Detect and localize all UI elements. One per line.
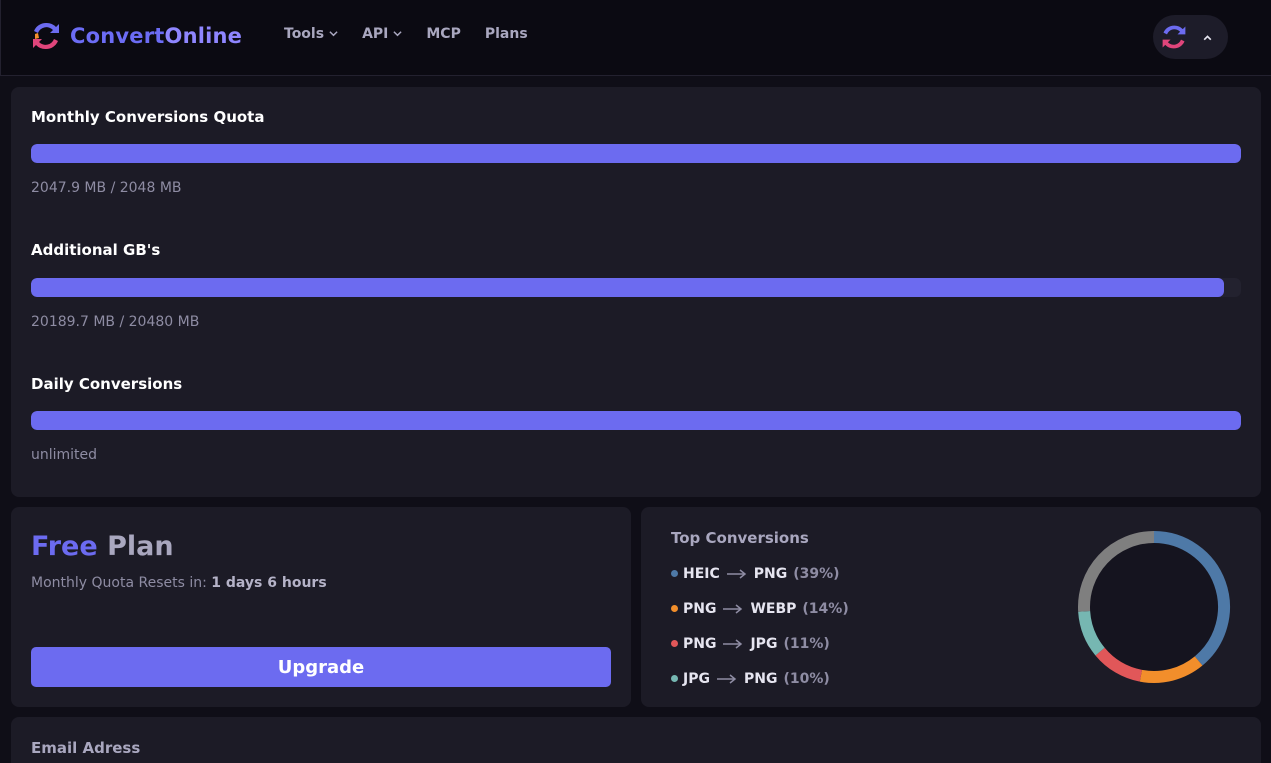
progress-bar-additional — [31, 278, 1241, 297]
nav-plans[interactable]: Plans — [485, 26, 528, 42]
conversion-percent: (14%) — [802, 600, 849, 617]
quota-usage-additional: 20189.7 MB / 20480 MB — [31, 314, 200, 330]
conversion-percent: (10%) — [783, 670, 830, 687]
logo-text: ConvertOnline — [70, 24, 242, 48]
chevron-down-icon — [329, 30, 338, 36]
conversion-percent: (11%) — [783, 635, 830, 652]
list-item: JPG PNG (10%) — [671, 661, 849, 696]
arrow-right-icon — [716, 673, 737, 684]
nav-plans-label: Plans — [484, 26, 528, 42]
user-menu-button[interactable] — [1153, 15, 1228, 59]
progress-fill-monthly — [31, 144, 1241, 163]
top-conversions-title: Top Conversions — [671, 529, 809, 547]
conversions-donut-chart — [1078, 531, 1230, 683]
quota-usage-monthly: 2047.9 MB / 2048 MB — [31, 180, 182, 196]
email-card: Email Adress — [11, 717, 1261, 763]
quota-reset-value: 1 days 6 hours — [211, 575, 327, 591]
logo[interactable]: ConvertOnline — [30, 20, 242, 52]
list-item: PNG WEBP (14%) — [671, 591, 849, 626]
quota-reset-label: Monthly Quota Resets in: — [31, 575, 207, 591]
donut-center — [1090, 543, 1218, 671]
legend-dot — [671, 675, 678, 682]
plan-card: Free Plan Monthly Quota Resets in: 1 day… — [11, 507, 631, 707]
legend-dot — [671, 640, 678, 647]
email-label: Email Adress — [31, 739, 141, 757]
quota-card: Monthly Conversions Quota 2047.9 MB / 20… — [11, 87, 1261, 497]
plan-name: Free — [31, 531, 98, 562]
conversion-from: PNG — [683, 635, 717, 652]
nav-tools[interactable]: Tools — [284, 26, 338, 42]
upgrade-button[interactable]: Upgrade — [31, 647, 611, 687]
chevron-up-icon — [1203, 34, 1212, 40]
conversion-from: PNG — [683, 600, 717, 617]
plan-title: Free Plan — [31, 531, 174, 562]
avatar — [1162, 25, 1186, 49]
arrow-right-icon — [726, 568, 746, 579]
nav-mcp[interactable]: MCP — [426, 26, 460, 42]
conversion-to: WEBP — [750, 600, 797, 617]
logo-icon — [33, 22, 59, 50]
quota-title-monthly: Monthly Conversions Quota — [31, 108, 265, 126]
nav-api-label: API — [362, 26, 389, 42]
conversion-to: PNG — [743, 670, 778, 687]
arrow-right-icon — [723, 603, 743, 614]
nav-tools-label: Tools — [284, 26, 325, 42]
list-item: PNG JPG (11%) — [671, 626, 849, 661]
conversion-percent: (39%) — [793, 565, 840, 582]
top-nav-bar: ConvertOnline Tools API MCP Plans — [0, 0, 1271, 76]
logo-text-online: Online — [164, 24, 243, 48]
nav-mcp-label: MCP — [426, 26, 461, 42]
quota-title-additional: Additional GB's — [31, 241, 161, 259]
progress-bar-daily — [31, 411, 1241, 430]
arrow-right-icon — [723, 638, 743, 649]
quota-reset-text: Monthly Quota Resets in: 1 days 6 hours — [31, 575, 327, 591]
logo-text-convert: Convert — [70, 24, 165, 48]
conversion-to: JPG — [750, 635, 778, 652]
top-conversions-card: Top Conversions HEIC PNG (39%) PNG WEBP … — [641, 507, 1261, 707]
quota-usage-daily: unlimited — [31, 447, 98, 463]
plan-word: Plan — [107, 531, 174, 562]
legend-dot — [671, 570, 678, 577]
chevron-down-icon — [393, 30, 402, 36]
top-conversions-list: HEIC PNG (39%) PNG WEBP (14%) PNG JPG (1… — [671, 556, 849, 696]
main-nav: Tools API MCP Plans — [284, 26, 552, 42]
progress-fill-additional — [31, 278, 1224, 297]
progress-fill-daily — [31, 411, 1241, 430]
quota-title-daily: Daily Conversions — [31, 375, 183, 393]
progress-bar-monthly — [31, 144, 1241, 163]
conversion-to: PNG — [753, 565, 788, 582]
legend-dot — [671, 605, 678, 612]
conversion-from: HEIC — [683, 565, 720, 582]
nav-api[interactable]: API — [362, 26, 402, 42]
conversion-from: JPG — [683, 670, 710, 687]
list-item: HEIC PNG (39%) — [671, 556, 849, 591]
